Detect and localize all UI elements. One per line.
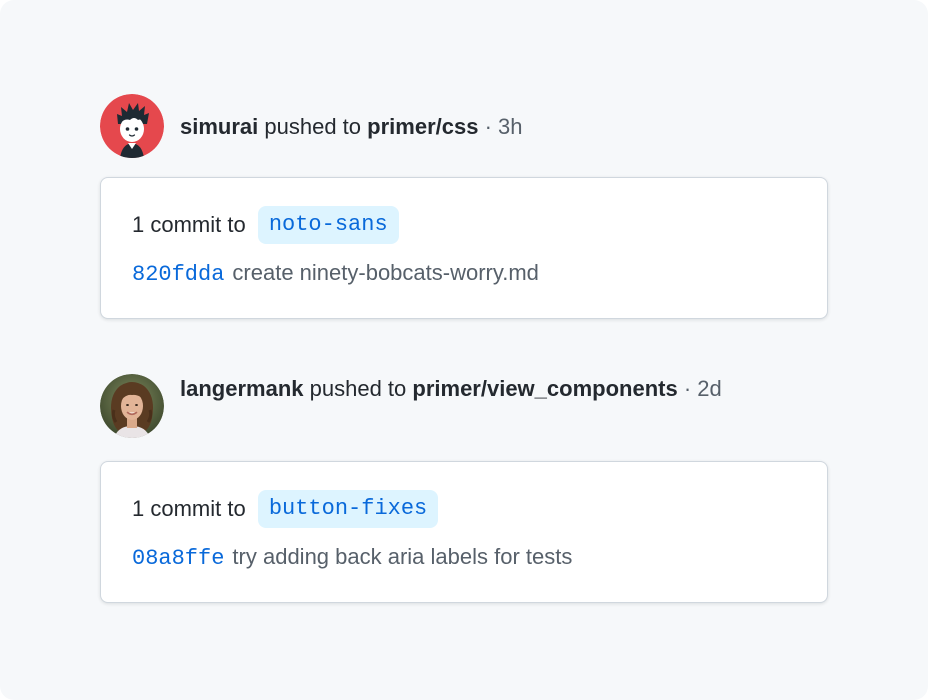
summary-text: 1 commit to	[132, 212, 246, 237]
event-verb: pushed to	[264, 114, 362, 139]
event-verb: pushed to	[309, 376, 407, 401]
event-header: langermank pushed to primer/view_compone…	[100, 374, 828, 438]
cartoon-avatar-icon	[100, 94, 164, 158]
activity-feed: simurai pushed to primer/css · 3h 1 comm…	[0, 0, 928, 700]
commit-sha-link[interactable]: 820fdda	[132, 262, 224, 287]
commit-summary: 1 commit to noto-sans	[132, 206, 399, 244]
branch-label[interactable]: noto-sans	[257, 206, 399, 244]
commit-sha-link[interactable]: 08a8ffe	[132, 546, 224, 571]
avatar[interactable]	[100, 94, 164, 158]
repo-link[interactable]: primer/view_components	[412, 376, 677, 401]
commit-line: 08a8ffe try adding back aria labels for t…	[132, 542, 572, 574]
separator: ·	[484, 114, 492, 139]
avatar[interactable]	[100, 374, 164, 438]
commit-summary: 1 commit to button-fixes	[132, 490, 439, 528]
event-title: langermank pushed to primer/view_compone…	[180, 371, 780, 407]
commit-message: try adding back aria labels for tests	[232, 544, 573, 569]
repo-link[interactable]: primer/css	[367, 114, 478, 139]
summary-text: 1 commit to	[132, 496, 246, 521]
feed-event: simurai pushed to primer/css · 3h 1 comm…	[100, 94, 828, 319]
commit-card: 1 commit to button-fixes 08a8ffe try addi…	[100, 461, 828, 603]
actor-link[interactable]: simurai	[180, 114, 258, 139]
actor-link[interactable]: langermank	[180, 376, 304, 401]
person-photo-icon	[100, 374, 164, 438]
event-title: simurai pushed to primer/css · 3h	[180, 109, 780, 145]
commit-message: create ninety-bobcats-worry.md	[232, 260, 539, 285]
separator: ·	[683, 376, 692, 401]
event-time[interactable]: 3h	[498, 114, 522, 139]
commit-line: 820fdda create ninety-bobcats-worry.md	[132, 258, 539, 290]
event-header: simurai pushed to primer/css · 3h	[100, 94, 828, 158]
branch-label[interactable]: button-fixes	[257, 490, 439, 528]
feed-event: langermank pushed to primer/view_compone…	[100, 374, 828, 603]
commit-card: 1 commit to noto-sans 820fdda create nine…	[100, 177, 828, 319]
event-time[interactable]: 2d	[697, 376, 721, 401]
